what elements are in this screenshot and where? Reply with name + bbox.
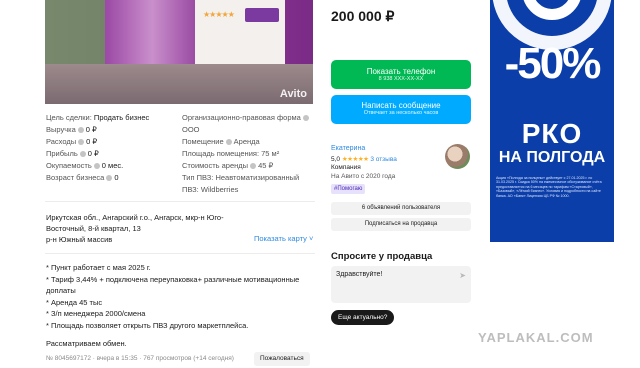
user-listings-button[interactable]: 6 объявлений пользователя [331, 202, 471, 215]
params-left: Цель сделки: Продать бизнес Выручка 0 ₽ Рас… [46, 112, 149, 184]
seller-since: На Авито с 2020 года [331, 173, 396, 180]
info-icon[interactable] [250, 163, 257, 170]
write-message-button[interactable]: Написать сообщение Отвечает за несколько… [331, 95, 471, 124]
listing-photo[interactable]: ★★★★★ Avito [45, 0, 313, 104]
param-label: Тип ПВЗ: [182, 173, 214, 182]
photo-stars-decoration: ★★★★★ [203, 10, 235, 19]
param-value: ООО [182, 125, 200, 134]
address-line: Восточный, 8-й квартал, 13 [46, 224, 141, 233]
seller-type: Компания [331, 164, 361, 171]
param-value: 75 м² [261, 149, 280, 158]
param-value: 0 мес. [101, 161, 124, 170]
info-icon[interactable] [77, 127, 84, 134]
param-label: Возраст бизнеса [46, 173, 105, 182]
info-icon[interactable] [106, 175, 113, 182]
param-value: 0 ₽ [86, 137, 98, 146]
rating-value: 5,0 [331, 156, 341, 163]
seller-rating: 5,0 ★★★★★ 3 отзыва [331, 155, 397, 163]
param-row: Выручка 0 ₽ [46, 124, 149, 136]
info-icon[interactable] [78, 139, 85, 146]
param-label: Расходы [46, 137, 77, 146]
ad-discount: -50% [504, 39, 602, 88]
send-icon[interactable]: ➤ [459, 271, 466, 280]
param-row: Тип ПВЗ: Неавтоматизированный [182, 172, 311, 184]
report-button[interactable]: Пожаловаться [254, 352, 310, 366]
reviews-link[interactable]: 3 отзыва [370, 156, 397, 163]
param-label: Цель сделки: [46, 113, 92, 122]
description-line: доплаты [46, 286, 76, 296]
photo-counter: ★★★★★ [195, 0, 285, 70]
param-row: Возраст бизнеса 0 [46, 172, 149, 184]
param-value: 0 [114, 173, 119, 182]
param-label: ПВЗ: [182, 185, 199, 194]
ask-seller-input[interactable] [336, 271, 454, 278]
info-icon[interactable] [225, 139, 232, 146]
param-row: Окупаемость 0 мес. [46, 160, 149, 172]
avatar[interactable] [445, 144, 470, 169]
param-label: Стоимость аренды [182, 161, 249, 170]
param-row: Расходы 0 ₽ [46, 136, 149, 148]
param-row: Прибыль 0 ₽ [46, 148, 149, 160]
show-phone-button[interactable]: Показать телефон 8 938 XXX-XX-XX [331, 60, 471, 89]
info-icon[interactable] [302, 115, 309, 122]
avito-watermark: Avito [279, 88, 307, 100]
address-line: Иркутская обл., Ангарский г.о., Ангарск,… [46, 213, 224, 222]
param-row: Площадь помещения: 75 м² [182, 148, 311, 160]
listing-meta: № 8045697172 · вчера в 15:35 · 767 просм… [46, 355, 234, 362]
description-line: * Аренда 45 тыс [46, 297, 103, 307]
param-label: Площадь помещения: [182, 149, 260, 158]
ad-banner[interactable]: -50% РКО НА ПОЛГОДА Акция «Полгода за по… [490, 0, 614, 242]
subscribe-button[interactable]: Подписаться на продавца [331, 218, 471, 231]
price: 200 000 ₽ [331, 8, 395, 24]
description-line: * Пункт работает с мая 2025 г. [46, 263, 151, 272]
address-district: р-н Южный массив [46, 235, 113, 244]
site-watermark: YAPLAKAL.COM [478, 330, 594, 345]
param-row: Помещение Аренда [182, 136, 311, 148]
description: * Пункт работает с мая 2025 г. * Тариф 3,… [46, 262, 311, 349]
ad-fine-print: Акция «Полгода за полцены» действует с 2… [496, 176, 602, 198]
divider [45, 253, 315, 254]
param-row: Стоимость аренды 45 ₽ [182, 160, 311, 172]
ask-seller-title: Спросите у продавца [331, 251, 433, 262]
param-row: Организационно-правовая форма [182, 112, 311, 124]
info-icon[interactable] [79, 151, 86, 158]
param-row: ПВЗ: Wildberries [182, 184, 311, 196]
param-value: 0 ₽ [85, 125, 97, 134]
quick-question-chip[interactable]: Еще актуально? [331, 310, 395, 325]
rating-stars-icon: ★★★★★ [341, 156, 369, 163]
description-line: Рассматриваем обмен. [46, 338, 127, 348]
info-icon[interactable] [93, 163, 100, 170]
param-label: Организационно-правовая форма [182, 113, 301, 122]
ask-seller-box[interactable]: ➤ [331, 266, 471, 303]
description-line: * Тариф 3,44% + подключена переупаковка+… [46, 274, 300, 284]
param-label: Выручка [46, 125, 76, 134]
show-map-link[interactable]: Показать карту ˅ [254, 234, 313, 243]
help-badge[interactable]: #Помогаю [331, 184, 366, 194]
param-label: Помещение [182, 137, 224, 146]
write-message-label: Написать сообщение [361, 101, 441, 110]
ad-period: НА ПОЛГОДА [498, 149, 606, 166]
param-value: Неавтоматизированный [215, 173, 300, 182]
photo-floor [45, 64, 313, 104]
param-value: 0 ₽ [87, 149, 99, 158]
param-row: Цель сделки: Продать бизнес [46, 112, 149, 124]
param-row: ООО [182, 124, 311, 136]
divider [45, 201, 315, 202]
ad-product: РКО [521, 118, 583, 149]
seller-name[interactable]: Екатерина [331, 145, 365, 152]
response-time: Отвечает за несколько часов [363, 110, 439, 116]
params-right: Организационно-правовая форма ООО Помещени… [182, 112, 311, 196]
param-value: Продать бизнес [93, 113, 150, 122]
address: Иркутская обл., Ангарский г.о., Ангарск,… [46, 212, 246, 245]
param-label: Прибыль [46, 149, 78, 158]
description-line: * Площадь позволяет открыть ПВЗ другого … [46, 320, 249, 330]
show-phone-label: Показать телефон [366, 67, 436, 76]
param-label: Окупаемость [46, 161, 92, 170]
param-value: 45 ₽ [258, 161, 274, 170]
photo-logo-plate [245, 8, 279, 22]
param-value: Wildberries [200, 185, 239, 194]
param-value: Аренда [233, 137, 260, 146]
phone-mask: 8 938 XXX-XX-XX [378, 76, 424, 82]
description-line: * З/п менеджера 2000/смена [46, 309, 146, 319]
